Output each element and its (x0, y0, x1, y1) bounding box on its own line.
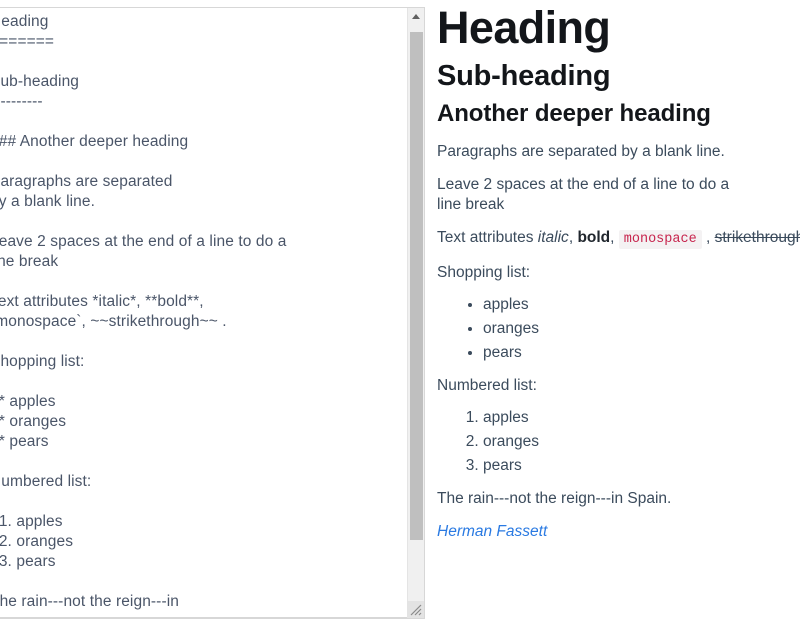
text-attributes-lead: Text attributes (437, 229, 538, 246)
text-attributes-sep-3: , (701, 229, 715, 246)
preview-paragraph-2-line-1: Leave 2 spaces at the end of a line to d… (437, 176, 730, 193)
preview-heading-1: Heading (437, 2, 611, 53)
scroll-up-arrow-icon[interactable] (408, 8, 424, 25)
preview-paragraph-1: Paragraphs are separated by a blank line… (437, 143, 725, 160)
preview-rain-paragraph: The rain---not the reign---in Spain. (437, 490, 672, 507)
resize-grip-icon[interactable] (407, 601, 424, 618)
list-item: pears (483, 343, 800, 363)
author-link[interactable]: Herman Fassett (437, 523, 547, 540)
preview-paragraph-2: Leave 2 spaces at the end of a line to d… (437, 175, 800, 215)
markdown-source-text[interactable]: Heading ======= Sub-heading ---------- #… (0, 12, 420, 612)
markdown-editor-app: Heading ======= Sub-heading ---------- #… (0, 0, 800, 632)
preview-shopping-list-label: Shopping list: (437, 264, 531, 281)
preview-heading-3: Another deeper heading (437, 100, 711, 127)
text-attributes-strikethrough: strikethrough (714, 229, 800, 246)
scroll-thumb[interactable] (410, 32, 423, 540)
list-item: pears (483, 456, 800, 476)
preview-numbered-list-label: Numbered list: (437, 377, 537, 394)
text-attributes-sep-2: , (610, 229, 619, 246)
text-attributes-italic: italic (537, 229, 569, 246)
list-item: apples (483, 295, 800, 315)
list-item: apples (483, 408, 800, 428)
list-item: oranges (483, 319, 800, 339)
preview-heading-2: Sub-heading (437, 60, 611, 92)
preview-shopping-list: apples oranges pears (437, 295, 800, 363)
text-attributes-bold: bold (577, 229, 611, 246)
preview-numbered-list: apples oranges pears (437, 408, 800, 476)
text-attributes-monospace: monospace (618, 230, 702, 249)
markdown-source-pane[interactable]: Heading ======= Sub-heading ---------- #… (0, 7, 425, 619)
editor-vertical-scrollbar[interactable] (407, 8, 424, 618)
list-item: oranges (483, 432, 800, 452)
markdown-preview-pane: Heading Sub-heading Another deeper headi… (437, 0, 800, 632)
preview-text-attributes-paragraph: Text attributes italic, bold, monospace … (437, 228, 800, 250)
editor-bottom-border (0, 617, 408, 618)
preview-author-paragraph: Herman Fassett (437, 522, 800, 542)
preview-paragraph-2-line-2: line break (437, 196, 505, 213)
